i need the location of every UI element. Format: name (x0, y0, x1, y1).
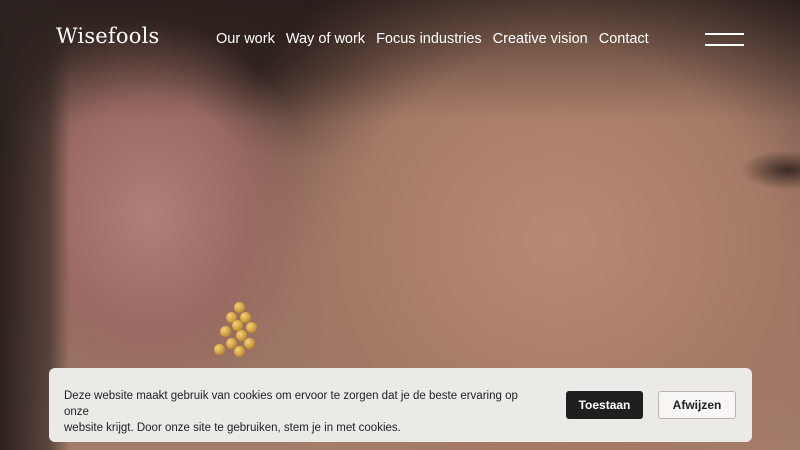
reject-cookies-button[interactable]: Afwijzen (658, 391, 736, 419)
menu-line-bottom (705, 44, 744, 46)
nav-focus-industries[interactable]: Focus industries (376, 31, 482, 47)
logo[interactable]: Wisefools (56, 24, 160, 48)
nav-contact[interactable]: Contact (599, 31, 649, 47)
nav-way-of-work[interactable]: Way of work (286, 31, 365, 47)
cookie-message: Deze website maakt gebruik van cookies o… (64, 388, 544, 436)
cookie-banner: Deze website maakt gebruik van cookies o… (49, 368, 752, 442)
cookie-message-line-1: Deze website maakt gebruik van cookies o… (64, 390, 518, 418)
hamburger-menu-icon[interactable] (705, 33, 744, 47)
earring (212, 300, 262, 370)
nav-our-work[interactable]: Our work (216, 31, 275, 47)
main-nav: Our work Way of work Focus industries Cr… (216, 31, 649, 47)
hero-eye (740, 150, 800, 190)
cookie-message-line-2: website krijgt. Door onze site te gebrui… (64, 422, 401, 434)
accept-cookies-button[interactable]: Toestaan (566, 391, 643, 419)
page: Wisefools Our work Way of work Focus ind… (0, 0, 800, 450)
menu-line-top (705, 33, 744, 35)
site-header: Wisefools Our work Way of work Focus ind… (0, 0, 800, 80)
nav-creative-vision[interactable]: Creative vision (493, 31, 588, 47)
